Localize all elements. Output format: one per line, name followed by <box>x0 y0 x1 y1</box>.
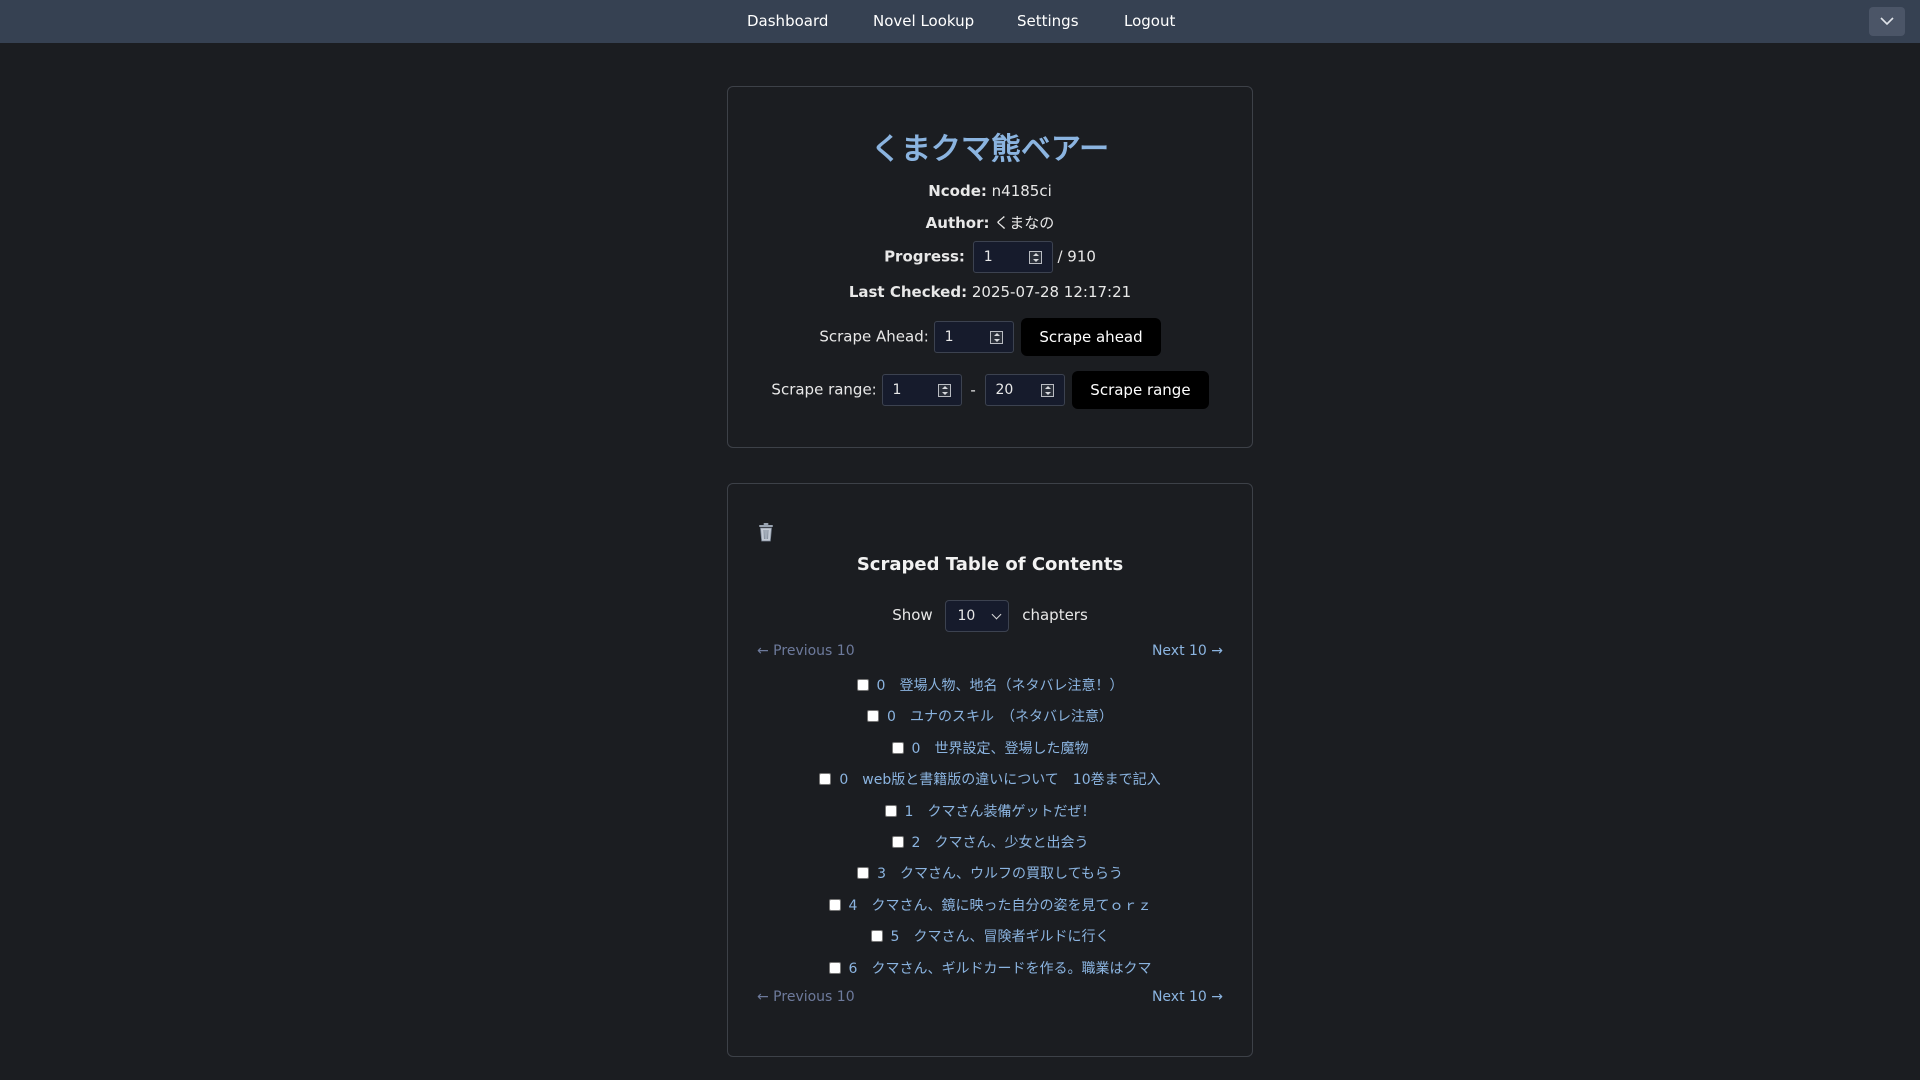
progress-input[interactable]: 1 <box>972 241 1053 273</box>
chapter-number: 0 <box>839 772 849 788</box>
chapter-checkbox[interactable] <box>867 710 880 722</box>
show-chapters-row: Show 10 chapters <box>727 598 1253 632</box>
chevron-down-icon <box>992 609 1002 619</box>
novel-title: くまクマ熊ベアー <box>870 132 1110 167</box>
chapter-link[interactable]: web版と書籍版の違いについて 10巻まで記入 <box>862 772 1160 788</box>
nav-novel-lookup[interactable]: Novel Lookup <box>873 12 974 30</box>
chapter-number: 0 <box>911 741 921 757</box>
nav-dashboard[interactable]: Dashboard <box>747 12 828 30</box>
progress-value: 1 <box>983 249 993 265</box>
scrape-ahead-button[interactable]: Scrape ahead <box>1021 318 1161 356</box>
chapter-link[interactable]: ユナのスキル （ネタバレ注意） <box>910 709 1113 725</box>
author-value: くまなの <box>994 214 1055 232</box>
chapter-row: 0 登場人物、地名（ネタバレ注意！） <box>727 675 1253 695</box>
progress-row: Progress: 1 / 910 <box>727 241 1253 273</box>
scrape-ahead-value: 1 <box>944 329 954 345</box>
chapter-row: 0 世界設定、登場した魔物 <box>727 738 1253 758</box>
chapters-per-page-select[interactable]: 10 <box>945 599 1010 632</box>
scrape-range-row: Scrape range: 1 - 20 Scrape range <box>727 371 1253 409</box>
nav-logout[interactable]: Logout <box>1124 12 1175 30</box>
next-page-link-bottom[interactable]: Next 10 → <box>1152 989 1223 1005</box>
chapter-checkbox[interactable] <box>819 773 832 785</box>
scrape-range-label: Scrape range: <box>771 380 877 399</box>
nav-settings[interactable]: Settings <box>1017 12 1079 30</box>
range-to-value: 20 <box>995 382 1014 398</box>
progress-label: Progress: <box>884 247 965 266</box>
last-checked-label: Last Checked: <box>848 283 968 301</box>
range-to-input[interactable]: 20 <box>984 374 1065 406</box>
previous-page-link-top[interactable]: ← Previous 10 <box>757 643 855 659</box>
chapter-link[interactable]: クマさん、ウルフの買取してもらう <box>900 866 1123 882</box>
chapter-row: 3 クマさん、ウルフの買取してもらう <box>727 863 1253 883</box>
range-separator: - <box>970 380 976 399</box>
chapter-row: 6 クマさん、ギルドカードを作る。職業はクマ <box>727 958 1253 978</box>
menu-toggle-button[interactable] <box>1869 7 1905 36</box>
chapter-number: 5 <box>890 929 900 945</box>
scrape-range-button[interactable]: Scrape range <box>1072 371 1209 409</box>
chapter-checkbox[interactable] <box>884 805 897 817</box>
ncode-label: Ncode: <box>928 182 987 200</box>
chapter-row: 5 クマさん、冒険者ギルドに行く <box>727 926 1253 946</box>
chapter-number: 4 <box>848 898 858 914</box>
chapter-number: 6 <box>848 961 858 977</box>
scrape-ahead-row: Scrape Ahead: 1 Scrape ahead <box>727 318 1253 356</box>
chapter-checkbox[interactable] <box>891 742 904 754</box>
author-row: Author: くまなの <box>727 212 1253 233</box>
chapter-row: 2 クマさん、少女と出会う <box>727 832 1253 852</box>
chapter-link[interactable]: 世界設定、登場した魔物 <box>934 741 1088 757</box>
ncode-row: Ncode: n4185ci <box>727 182 1253 200</box>
last-checked-row: Last Checked: 2025-07-28 12:17:21 <box>727 283 1253 301</box>
chapter-link[interactable]: 登場人物、地名（ネタバレ注意！） <box>899 678 1123 694</box>
chapter-row: 0 ユナのスキル （ネタバレ注意） <box>727 706 1253 726</box>
range-from-value: 1 <box>892 382 902 398</box>
progress-stepper[interactable] <box>1028 251 1042 264</box>
chapter-link[interactable]: クマさん、鏡に映った自分の姿を見てｏｒｚ <box>871 898 1151 914</box>
chapter-checkbox[interactable] <box>857 867 870 879</box>
scrape-ahead-input[interactable]: 1 <box>933 321 1014 353</box>
next-page-link-top[interactable]: Next 10 → <box>1152 643 1223 659</box>
chapter-number: 0 <box>876 678 886 694</box>
chevron-down-icon <box>1880 17 1894 26</box>
chapter-link[interactable]: クマさん装備ゲットだぜ！ <box>927 804 1095 820</box>
chapters-label: chapters <box>1022 606 1088 624</box>
chapter-checkbox[interactable] <box>891 836 904 848</box>
chapter-number: 0 <box>887 709 896 725</box>
chapter-row: 1 クマさん装備ゲットだぜ！ <box>727 801 1253 821</box>
chapter-row: 4 クマさん、鏡に映った自分の姿を見てｏｒｚ <box>727 895 1253 915</box>
chapter-link[interactable]: クマさん、少女と出会う <box>934 835 1088 851</box>
toc-title: Scraped Table of Contents <box>856 554 1124 575</box>
chapter-link[interactable]: クマさん、ギルドカードを作る。職業はクマ <box>871 961 1151 977</box>
top-navbar: Dashboard Novel Lookup Settings Logout <box>0 0 1920 43</box>
chapter-row: 0 web版と書籍版の違いについて 10巻まで記入 <box>727 769 1253 789</box>
chapter-number: 1 <box>904 804 914 820</box>
chapter-link[interactable]: クマさん、冒険者ギルドに行く <box>913 929 1109 945</box>
scrape-ahead-label: Scrape Ahead: <box>819 327 929 346</box>
range-from-input[interactable]: 1 <box>881 374 962 406</box>
last-checked-value: 2025-07-28 12:17:21 <box>971 283 1132 301</box>
chapter-checkbox[interactable] <box>856 679 869 691</box>
range-to-stepper[interactable] <box>1040 384 1054 397</box>
progress-total: / 910 <box>1057 247 1096 266</box>
chapters-per-page-value: 10 <box>957 607 976 624</box>
author-label: Author: <box>925 214 990 232</box>
chapter-checkbox[interactable] <box>870 930 883 942</box>
chapter-checkbox[interactable] <box>828 899 841 911</box>
chapter-number: 3 <box>877 866 887 882</box>
scrape-ahead-stepper[interactable] <box>989 331 1003 344</box>
trash-icon[interactable] <box>757 522 775 542</box>
nav-links: Dashboard Novel Lookup Settings Logout <box>0 0 1920 43</box>
ncode-value: n4185ci <box>991 182 1052 200</box>
chapter-checkbox[interactable] <box>828 962 841 974</box>
previous-page-link-bottom[interactable]: ← Previous 10 <box>757 989 855 1005</box>
show-label: Show <box>892 606 933 624</box>
range-from-stepper[interactable] <box>937 384 951 397</box>
chapter-number: 2 <box>911 835 921 851</box>
